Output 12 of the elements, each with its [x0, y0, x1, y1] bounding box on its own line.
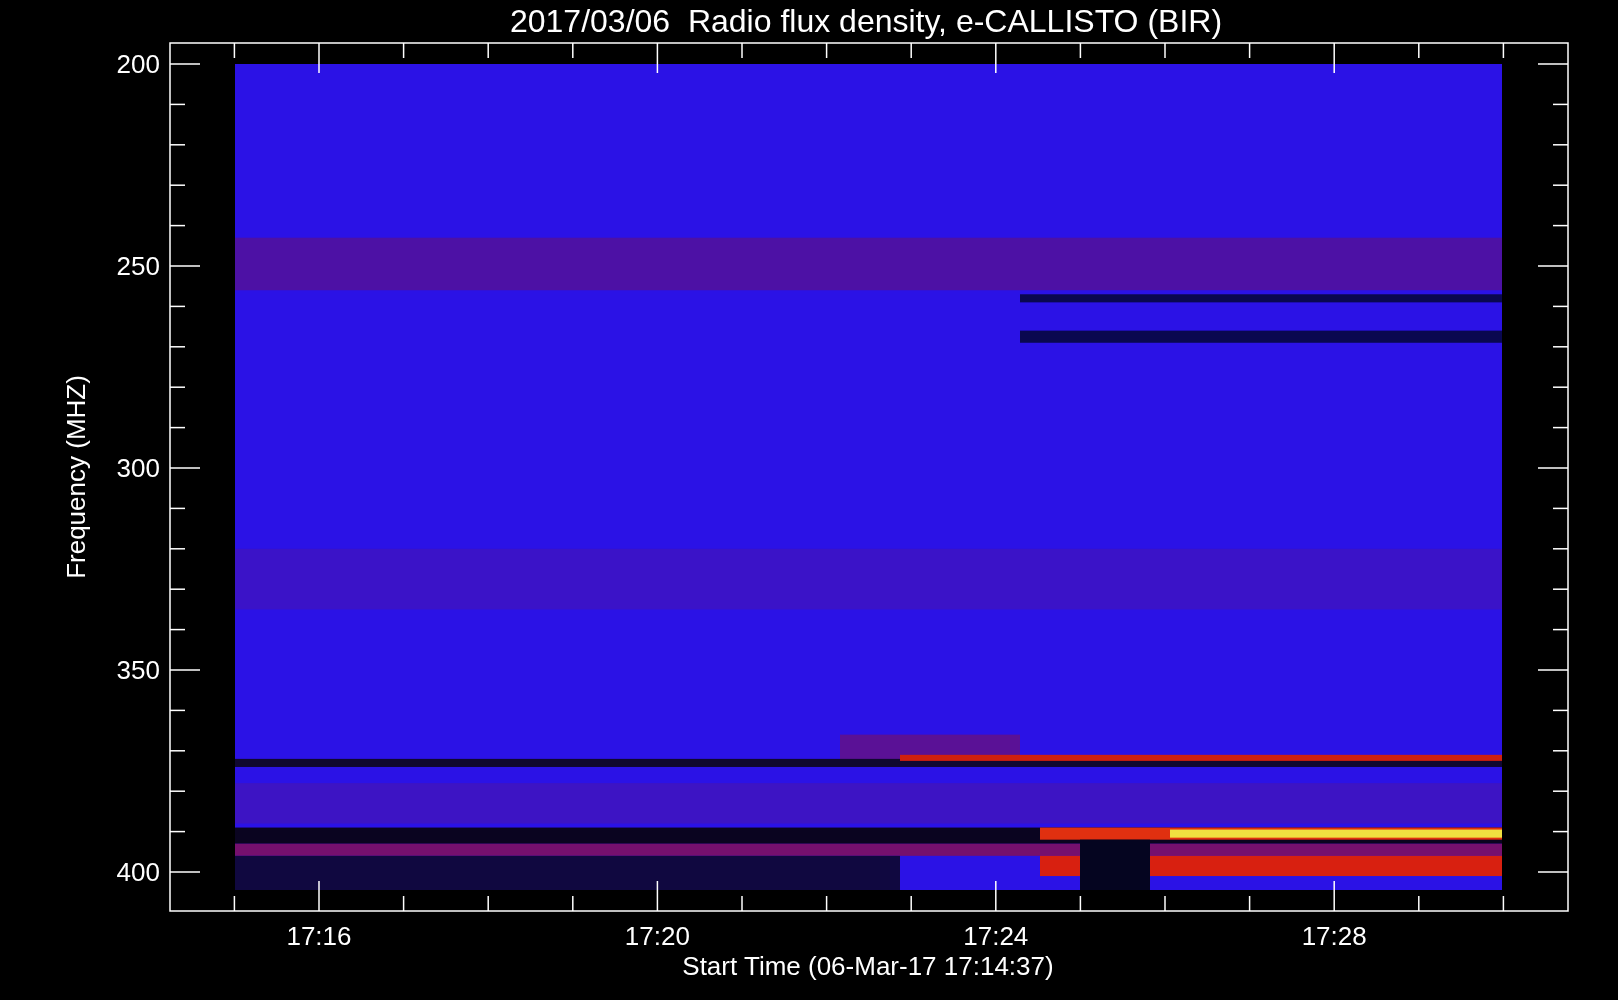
x-tick-label: 17:20 [624, 921, 690, 951]
y-tick-label: 250 [116, 251, 160, 281]
y-axis-label: Frequency (MHZ) [61, 375, 91, 579]
x-tick-label: 17:16 [286, 921, 352, 951]
chart-title: 2017/03/06 Radio flux density, e-CALLISTO (BIR) [509, 3, 1223, 39]
x-tick-label: 17:24 [963, 921, 1029, 951]
y-tick-label: 350 [116, 655, 160, 685]
y-tick-label: 400 [116, 857, 160, 887]
y-tick-label: 200 [116, 49, 160, 79]
y-tick-label: 300 [116, 453, 160, 483]
x-axis-label: Start Time (06-Mar-17 17:14:37) [682, 951, 1054, 981]
x-tick-label: 17:28 [1301, 921, 1367, 951]
